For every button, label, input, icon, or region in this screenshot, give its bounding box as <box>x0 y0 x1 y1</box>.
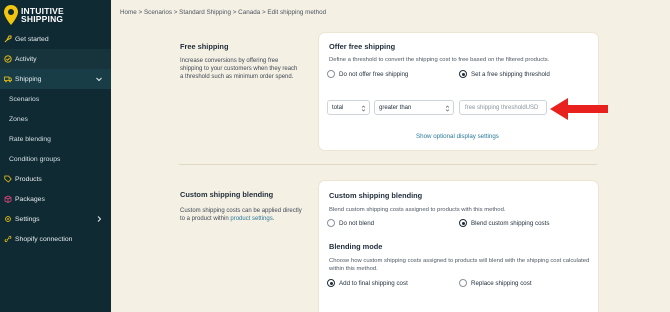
radio-unselected <box>327 70 335 78</box>
free-shipping-card-description: Define a threshold to convert the shippi… <box>329 57 550 63</box>
sidebar-item-label: Activity <box>15 55 37 63</box>
sidebar-item-zones[interactable]: Zones <box>0 109 111 129</box>
select-value: total <box>332 104 344 111</box>
free-shipping-card: Offer free shipping Define a threshold t… <box>319 33 598 150</box>
free-shipping-section-title: Free shipping <box>180 42 229 51</box>
sidebar-item-label: Packages <box>15 195 45 203</box>
blending-card-title: Custom shipping blending <box>329 191 423 200</box>
sidebar-item-label: Get started <box>15 35 49 43</box>
product-settings-link[interactable]: product settings <box>230 216 272 222</box>
sidebar: INTUITIVE SHIPPING Get started Activity … <box>0 0 111 312</box>
blend-custom-costs-radio[interactable]: Blend custom shipping costs <box>459 219 549 227</box>
gear-icon <box>5 216 11 222</box>
check-icon <box>4 55 12 63</box>
blending-mode-description: Choose how custom shipping costs assigne… <box>329 258 590 272</box>
sidebar-item-label: Condition groups <box>9 155 61 163</box>
chevron-right-icon <box>97 216 102 222</box>
replace-shipping-cost-radio[interactable]: Replace shipping cost <box>459 279 532 287</box>
sidebar-item-label: Settings <box>15 215 40 223</box>
blending-section-title: Custom shipping blending <box>180 190 274 199</box>
rocket-icon <box>4 35 12 43</box>
link-icon <box>4 235 12 243</box>
annotation-arrow-icon <box>550 98 608 120</box>
sidebar-item-get-started[interactable]: Get started <box>0 29 111 49</box>
threshold-metric-select[interactable]: total <box>327 100 370 115</box>
radio-label: Do not offer free shipping <box>339 70 409 78</box>
select-value: greater than <box>379 104 412 111</box>
radio-label: Add to final shipping cost <box>339 279 408 287</box>
radio-label: Set a free shipping threshold <box>471 70 550 78</box>
input-placeholder: free shipping threshold <box>465 104 526 111</box>
radio-label: Replace shipping cost <box>471 279 532 287</box>
no-free-shipping-radio[interactable]: Do not offer free shipping <box>327 70 408 78</box>
sidebar-item-scenarios[interactable]: Scenarios <box>0 89 111 109</box>
sidebar-item-shipping[interactable]: Shipping <box>0 69 111 89</box>
chevron-down-icon <box>96 77 102 82</box>
select-arrows-icon <box>361 105 366 112</box>
show-optional-display-settings-link[interactable]: Show optional display settings <box>416 133 499 140</box>
blending-desc-end: . <box>272 216 275 223</box>
sidebar-item-label: Products <box>15 175 42 183</box>
radio-unselected <box>327 219 335 227</box>
breadcrumb[interactable]: Home > Scenarios > Standard Shipping > C… <box>120 9 326 16</box>
sidebar-item-condition-groups[interactable]: Condition groups <box>0 149 111 169</box>
package-icon <box>4 195 12 203</box>
free-shipping-card-title: Offer free shipping <box>329 42 396 51</box>
location-pin-icon <box>4 5 18 25</box>
blending-section-description: Custom shipping costs can be applied dir… <box>180 207 304 223</box>
sidebar-item-settings[interactable]: Settings <box>0 209 111 229</box>
tag-icon <box>4 175 12 183</box>
free-shipping-section-description: Increase conversions by offering free sh… <box>180 58 298 81</box>
radio-label: Blend custom shipping costs <box>471 219 550 227</box>
radio-selected <box>459 219 467 227</box>
radio-selected <box>327 279 335 287</box>
truck-icon <box>4 76 12 83</box>
sidebar-item-products[interactable]: Products <box>0 169 111 189</box>
sidebar-item-rate-blending[interactable]: Rate blending <box>0 129 111 149</box>
sidebar-item-label: Rate blending <box>9 135 51 143</box>
radio-unselected <box>459 279 467 287</box>
add-to-final-cost-radio[interactable]: Add to final shipping cost <box>327 279 408 287</box>
app-logo[interactable]: INTUITIVE SHIPPING <box>4 4 108 26</box>
sidebar-item-shopify-connection[interactable]: Shopify connection <box>0 229 111 249</box>
sidebar-item-label: Shopify connection <box>15 235 73 243</box>
sidebar-item-label: Shipping <box>15 75 42 83</box>
sidebar-item-label: Scenarios <box>9 95 40 103</box>
radio-selected <box>459 70 467 78</box>
do-not-blend-radio[interactable]: Do not blend <box>327 219 374 227</box>
radio-label: Do not blend <box>339 219 375 227</box>
threshold-operator-select[interactable]: greater than <box>374 100 454 115</box>
select-arrows-icon <box>445 105 450 112</box>
free-shipping-threshold-radio[interactable]: Set a free shipping threshold <box>459 70 550 78</box>
sidebar-item-activity[interactable]: Activity <box>0 49 111 69</box>
blending-card: Custom shipping blending Blend custom sh… <box>319 181 598 312</box>
brand-name: INTUITIVE SHIPPING <box>21 6 64 24</box>
threshold-amount-input[interactable]: free shipping threshold USD <box>459 100 547 115</box>
sidebar-item-label: Zones <box>9 115 28 123</box>
sidebar-nav: Get started Activity Shipping Scenarios … <box>0 29 111 249</box>
section-divider <box>179 164 597 165</box>
blending-mode-title: Blending mode <box>329 242 383 251</box>
sidebar-item-packages[interactable]: Packages <box>0 189 111 209</box>
currency-suffix: USD <box>525 104 539 111</box>
brand-line-2: SHIPPING <box>21 14 64 24</box>
blending-card-description: Blend custom shipping costs assigned to … <box>329 207 506 213</box>
